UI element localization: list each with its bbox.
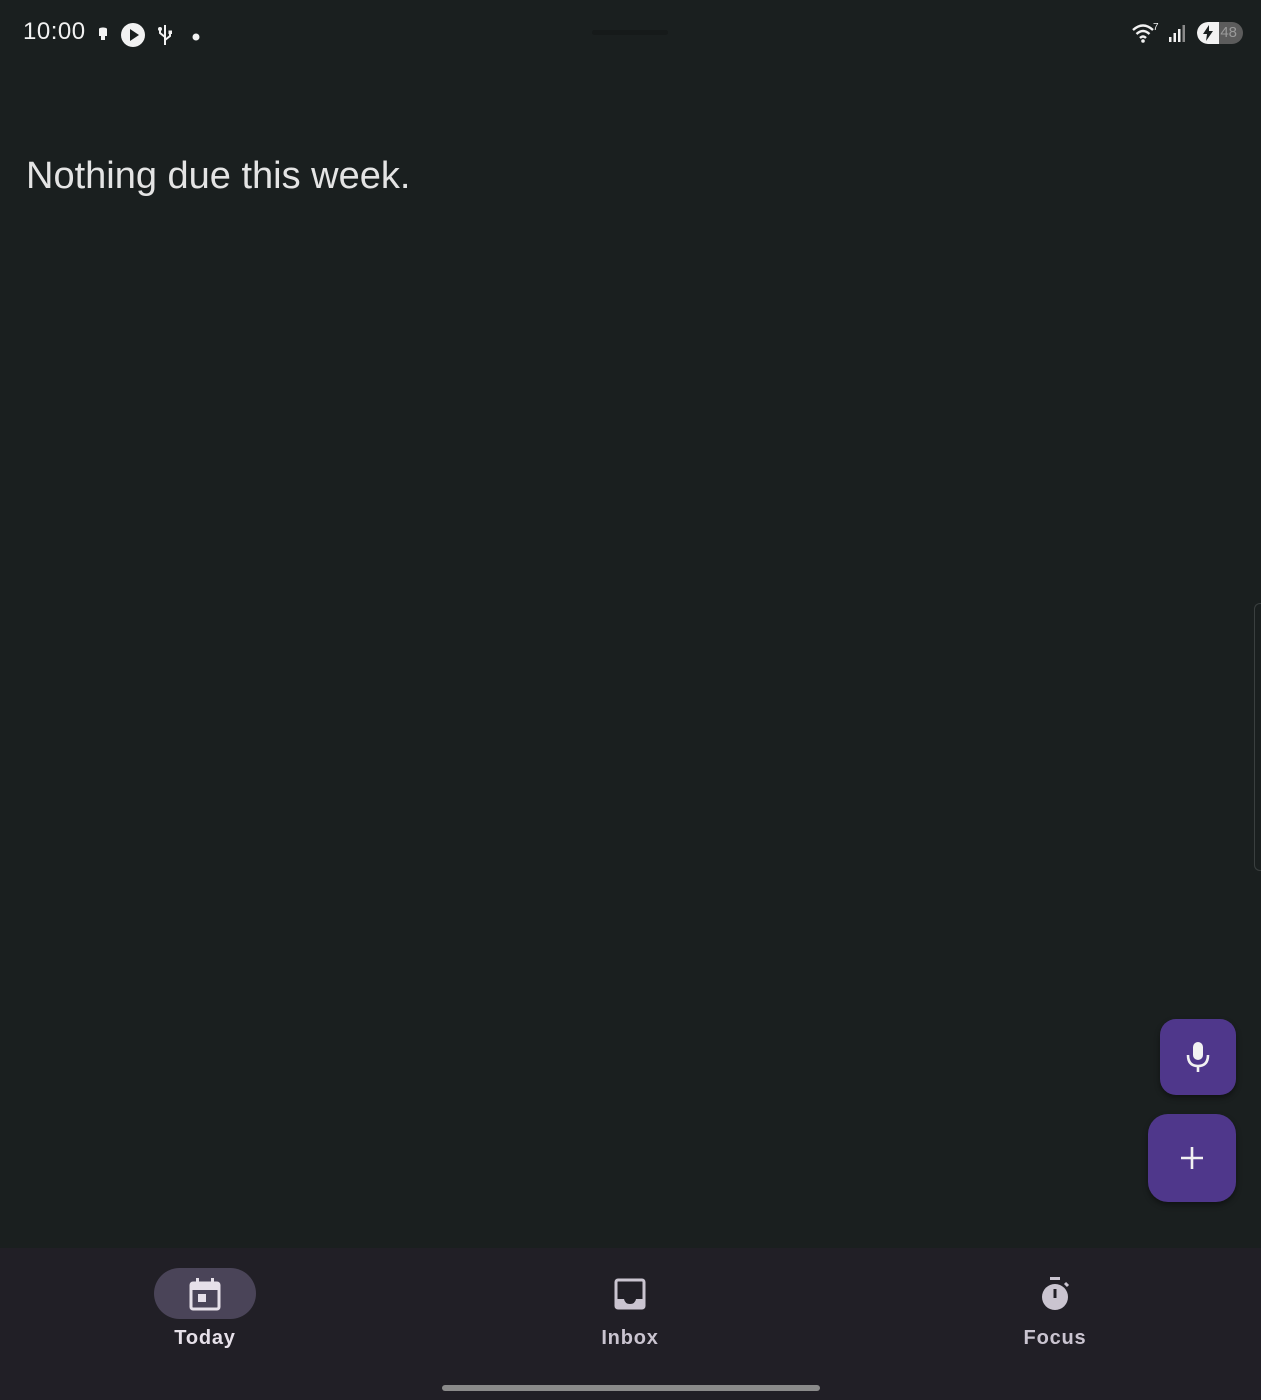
usb-icon	[158, 25, 172, 45]
charging-bolt-icon	[1203, 25, 1213, 41]
add-task-button[interactable]	[1148, 1114, 1236, 1202]
signal-icon	[1169, 25, 1185, 42]
camera-notch	[592, 30, 668, 35]
battery-icon: 48	[1197, 22, 1243, 44]
notification-icon	[99, 27, 107, 40]
nav-label-today: Today	[174, 1327, 236, 1349]
wifi-icon: 7	[1132, 22, 1159, 43]
home-indicator[interactable]	[442, 1385, 820, 1391]
plus-icon	[1181, 1147, 1203, 1169]
nav-active-indicator	[154, 1268, 256, 1319]
nav-label-focus: Focus	[1023, 1327, 1087, 1349]
timer-icon	[1042, 1276, 1070, 1310]
nav-item-focus[interactable]: Focus	[955, 1268, 1155, 1368]
nav-item-inbox[interactable]: Inbox	[530, 1268, 730, 1368]
app-screen: 10:00 7 48 Nothing due this week. Today …	[0, 0, 1261, 1400]
play-icon	[121, 23, 145, 47]
dot-icon	[192, 33, 200, 41]
empty-state-message: Nothing due this week.	[26, 155, 411, 197]
status-time: 10:00	[23, 18, 86, 45]
status-icons-left	[96, 22, 202, 48]
bottom-navigation: Today Inbox Focus	[0, 1248, 1261, 1400]
nav-item-today[interactable]: Today	[105, 1268, 305, 1368]
nav-indicator	[579, 1268, 681, 1319]
nav-indicator	[1004, 1268, 1106, 1319]
wifi-badge: 7	[1153, 22, 1159, 33]
status-icons-right: 7 48	[1131, 22, 1243, 44]
mic-icon	[1186, 1042, 1210, 1072]
nav-label-inbox: Inbox	[601, 1327, 659, 1349]
battery-level: 48	[1220, 24, 1237, 41]
voice-input-button[interactable]	[1160, 1019, 1236, 1095]
inbox-icon	[614, 1278, 646, 1309]
calendar-today-icon	[189, 1277, 221, 1310]
edge-panel-handle[interactable]	[1254, 603, 1261, 871]
status-bar: 10:00 7 48	[0, 0, 1261, 70]
